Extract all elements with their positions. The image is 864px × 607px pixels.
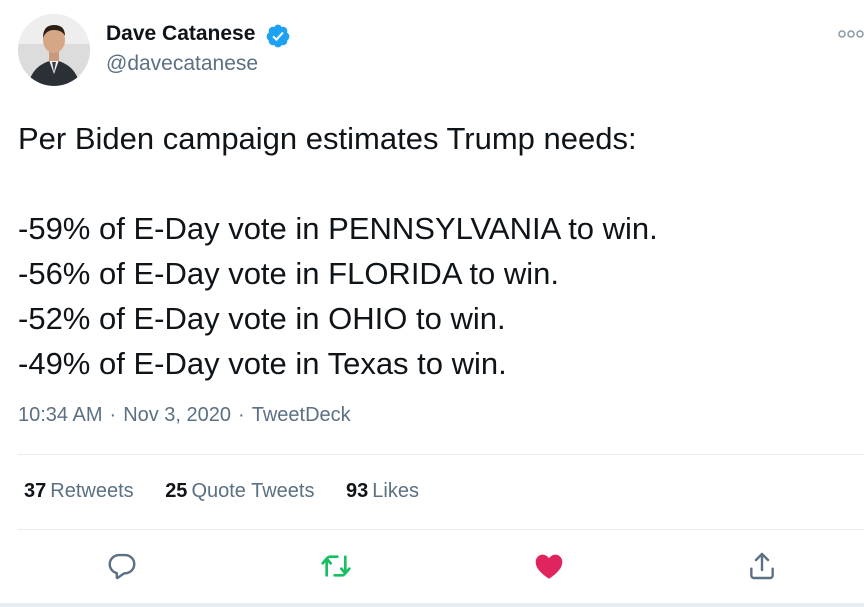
avatar[interactable] bbox=[18, 14, 90, 86]
tweet-line: -59% of E-Day vote in PENNSYLVANIA to wi… bbox=[18, 211, 658, 246]
tweet-source[interactable]: TweetDeck bbox=[252, 404, 351, 426]
avatar-photo bbox=[18, 14, 90, 86]
tweet-meta: 10:34 AM · Nov 3, 2020 · TweetDeck bbox=[18, 404, 351, 427]
likes-stat[interactable]: 93 Likes bbox=[346, 480, 419, 502]
tweet-time[interactable]: 10:34 AM bbox=[18, 404, 103, 426]
tweet-line: Per Biden campaign estimates Trump needs… bbox=[18, 121, 637, 156]
quote-tweets-label: Quote Tweets bbox=[191, 480, 315, 502]
more-options-icon[interactable] bbox=[838, 28, 864, 40]
retweets-count: 37 bbox=[24, 480, 47, 502]
display-name[interactable]: Dave Catanese bbox=[106, 22, 255, 46]
likes-label: Likes bbox=[372, 480, 419, 502]
tweet-date[interactable]: Nov 3, 2020 bbox=[123, 404, 231, 426]
retweets-label: Retweets bbox=[50, 480, 134, 502]
retweets-stat[interactable]: 37 Retweets bbox=[24, 480, 134, 502]
bottom-border bbox=[0, 603, 864, 607]
retweet-icon[interactable] bbox=[320, 550, 352, 582]
likes-count: 93 bbox=[346, 480, 369, 502]
reply-icon[interactable] bbox=[106, 550, 138, 582]
tweet-line: -52% of E-Day vote in OHIO to win. bbox=[18, 301, 506, 336]
tweet-line: -49% of E-Day vote in Texas to win. bbox=[18, 346, 507, 381]
quote-tweets-count: 25 bbox=[165, 480, 188, 502]
tweet-text: Per Biden campaign estimates Trump needs… bbox=[18, 116, 858, 386]
user-handle[interactable]: @davecatanese bbox=[106, 52, 258, 76]
meta-separator: · bbox=[109, 404, 117, 426]
quote-tweets-stat[interactable]: 25 Quote Tweets bbox=[165, 480, 314, 502]
divider bbox=[18, 454, 864, 455]
tweet-line: -56% of E-Day vote in FLORIDA to win. bbox=[18, 256, 559, 291]
divider bbox=[18, 529, 864, 530]
heart-icon[interactable] bbox=[533, 550, 565, 582]
share-icon[interactable] bbox=[746, 550, 778, 582]
verified-badge-icon bbox=[266, 24, 290, 48]
meta-separator: · bbox=[238, 404, 245, 426]
tweet-stats: 37 Retweets 25 Quote Tweets 93 Likes bbox=[24, 480, 445, 503]
